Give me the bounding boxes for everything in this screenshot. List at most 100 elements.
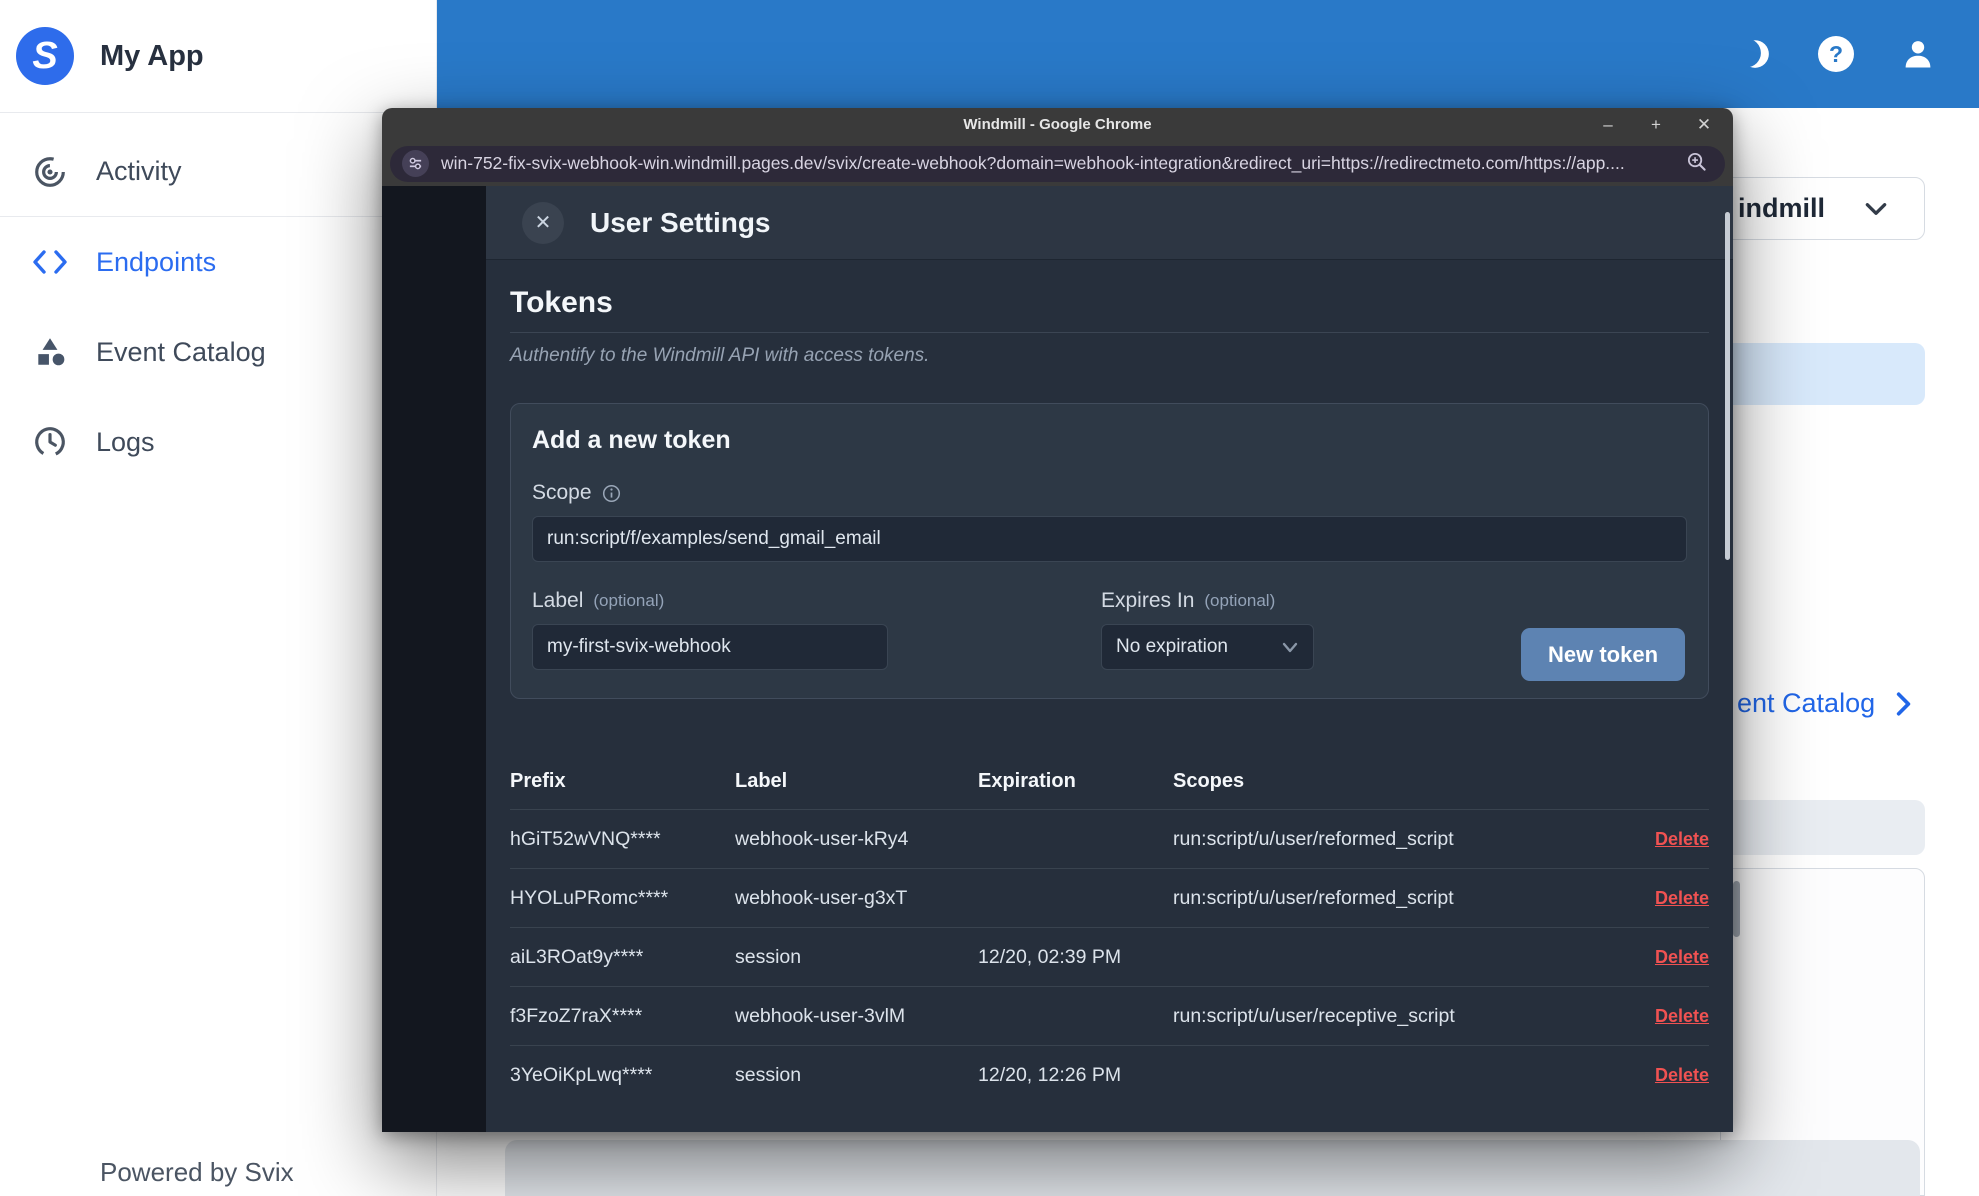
browser-viewport: ✕ User Settings Tokens Authentify to the… — [382, 186, 1733, 1132]
col-header-scopes: Scopes — [1173, 769, 1245, 792]
sidebar: S My App Activity Endpoints Event Catalo… — [0, 0, 437, 1196]
delete-token-link[interactable]: Delete — [1655, 1065, 1709, 1085]
moon-icon — [1741, 40, 1769, 68]
magnifier-plus-icon — [1687, 152, 1706, 171]
event-catalog-link[interactable]: ent Catalog — [1737, 688, 1913, 719]
token-table-row: f3FzoZ7raX**** webhook-user-3vlM run:scr… — [510, 986, 1709, 1045]
sidebar-item-endpoints[interactable]: Endpoints — [0, 217, 436, 307]
delete-token-link[interactable]: Delete — [1655, 1006, 1709, 1026]
label-field-group: Label (optional) — [532, 589, 888, 670]
window-title: Windmill - Google Chrome — [963, 116, 1152, 133]
expires-optional-text: (optional) — [1204, 591, 1276, 610]
windmill-dark-sidebar — [382, 186, 486, 1132]
token-table-row: 3YeOiKpLwq**** session 12/20, 12:26 PM D… — [510, 1045, 1709, 1104]
token-prefix: HYOLuPRomc**** — [510, 886, 669, 909]
tokens-table-header: Prefix Label Expiration Scopes — [510, 753, 1709, 809]
expires-selected-value: No expiration — [1116, 636, 1228, 657]
delete-token-link[interactable]: Delete — [1655, 888, 1709, 908]
token-scopes: run:script/u/user/reformed_script — [1173, 886, 1454, 909]
window-titlebar[interactable]: Windmill - Google Chrome – + ✕ — [382, 108, 1733, 141]
label-optional-text: (optional) — [593, 591, 665, 610]
activity-icon — [32, 154, 68, 190]
site-settings-button[interactable] — [402, 150, 429, 177]
sidebar-item-label: Endpoints — [96, 246, 217, 277]
token-table-row: hGiT52wVNQ**** webhook-user-kRy4 run:scr… — [510, 809, 1709, 868]
add-token-title: Add a new token — [532, 426, 731, 454]
sidebar-item-event-catalog[interactable]: Event Catalog — [0, 307, 436, 397]
add-token-second-row: Label (optional) Expires In (optional) — [532, 589, 1687, 689]
delete-token-link[interactable]: Delete — [1655, 829, 1709, 849]
user-settings-modal: ✕ User Settings Tokens Authentify to the… — [486, 186, 1733, 1132]
close-icon: ✕ — [534, 212, 552, 234]
token-scopes: run:script/u/user/receptive_script — [1173, 1004, 1455, 1027]
token-expiration: 12/20, 12:26 PM — [978, 1063, 1122, 1086]
tokens-section-subtitle: Authentify to the Windmill API with acce… — [510, 345, 930, 366]
browser-urlbar: win-752-fix-svix-webhook-win.windmill.pa… — [382, 141, 1733, 186]
token-label: session — [735, 1063, 802, 1086]
label-label: Label (optional) — [532, 589, 888, 613]
expires-label-text: Expires In — [1101, 589, 1195, 612]
sidebar-item-activity[interactable]: Activity — [0, 127, 436, 217]
tokens-table-body: hGiT52wVNQ**** webhook-user-kRy4 run:scr… — [510, 809, 1709, 1104]
label-input[interactable] — [532, 624, 888, 670]
zoom-page-button[interactable] — [1686, 151, 1707, 177]
scope-input[interactable] — [532, 516, 1687, 562]
window-controls: – + ✕ — [1597, 108, 1715, 141]
modal-title: User Settings — [590, 206, 771, 238]
modal-content: Tokens Authentify to the Windmill API wi… — [486, 260, 1733, 1104]
new-token-button[interactable]: New token — [1521, 628, 1685, 681]
token-label: webhook-user-3vlM — [735, 1004, 906, 1027]
expires-select[interactable]: No expiration — [1101, 624, 1314, 670]
close-window-button[interactable]: ✕ — [1693, 115, 1715, 135]
sidebar-item-label: Logs — [96, 426, 155, 457]
info-icon — [602, 484, 620, 502]
delete-token-link[interactable]: Delete — [1655, 947, 1709, 967]
dark-mode-toggle[interactable] — [1735, 35, 1773, 73]
sidebar-nav: Activity Endpoints Event Catalog Logs — [0, 113, 436, 487]
url-text: win-752-fix-svix-webhook-win.windmill.pa… — [441, 153, 1625, 173]
sidebar-item-logs[interactable]: Logs — [0, 397, 436, 487]
minimize-button[interactable]: – — [1597, 115, 1619, 135]
token-prefix: 3YeOiKpLwq**** — [510, 1063, 653, 1086]
background-bottom-area — [505, 1140, 1920, 1196]
sidebar-item-label: Activity — [96, 156, 182, 186]
tokens-table: Prefix Label Expiration Scopes hGiT52wVN… — [510, 753, 1709, 1104]
label-label-text: Label — [532, 589, 584, 612]
scope-label: Scope — [532, 481, 1687, 505]
token-label: webhook-user-kRy4 — [735, 827, 909, 850]
address-bar[interactable]: win-752-fix-svix-webhook-win.windmill.pa… — [390, 145, 1725, 182]
user-menu-button[interactable] — [1899, 35, 1937, 73]
col-header-label: Label — [735, 769, 788, 792]
token-label: webhook-user-g3xT — [735, 886, 908, 909]
chevron-down-icon — [1865, 203, 1887, 215]
app-name: My App — [100, 39, 204, 72]
help-icon: ? — [1818, 36, 1854, 72]
scope-label-text: Scope — [532, 481, 592, 504]
chrome-window: Windmill - Google Chrome – + ✕ win-752-f… — [382, 108, 1733, 1132]
screen: ? indmill ent Catalog S My App Activity … — [0, 0, 1979, 1196]
powered-by-svix: Powered by Svix — [100, 1157, 294, 1187]
event-catalog-icon — [32, 334, 68, 370]
app-header: S My App — [0, 0, 436, 113]
modal-scrollbar[interactable] — [1725, 212, 1730, 560]
svix-logo-icon: S — [16, 27, 74, 85]
token-scopes: run:script/u/user/reformed_script — [1173, 827, 1454, 850]
chevron-down-icon — [1282, 642, 1298, 652]
workspace-name-partial: indmill — [1738, 193, 1825, 223]
col-header-expiration: Expiration — [978, 769, 1076, 792]
tune-icon — [409, 157, 422, 170]
token-label: session — [735, 945, 802, 968]
endpoints-icon — [32, 244, 68, 280]
chevron-right-icon — [1896, 691, 1911, 716]
modal-header: ✕ User Settings — [486, 186, 1733, 260]
background-panel-scrollbar[interactable] — [1733, 881, 1740, 937]
event-catalog-link-label: ent Catalog — [1737, 688, 1876, 718]
token-prefix: hGiT52wVNQ**** — [510, 827, 661, 850]
close-modal-button[interactable]: ✕ — [522, 201, 564, 244]
token-expiration: 12/20, 02:39 PM — [978, 945, 1122, 968]
token-prefix: aiL3ROat9y**** — [510, 945, 644, 968]
sidebar-item-label: Event Catalog — [96, 336, 266, 367]
maximize-button[interactable]: + — [1645, 115, 1667, 135]
tokens-section-title: Tokens — [510, 286, 1709, 333]
help-button[interactable]: ? — [1817, 35, 1855, 73]
